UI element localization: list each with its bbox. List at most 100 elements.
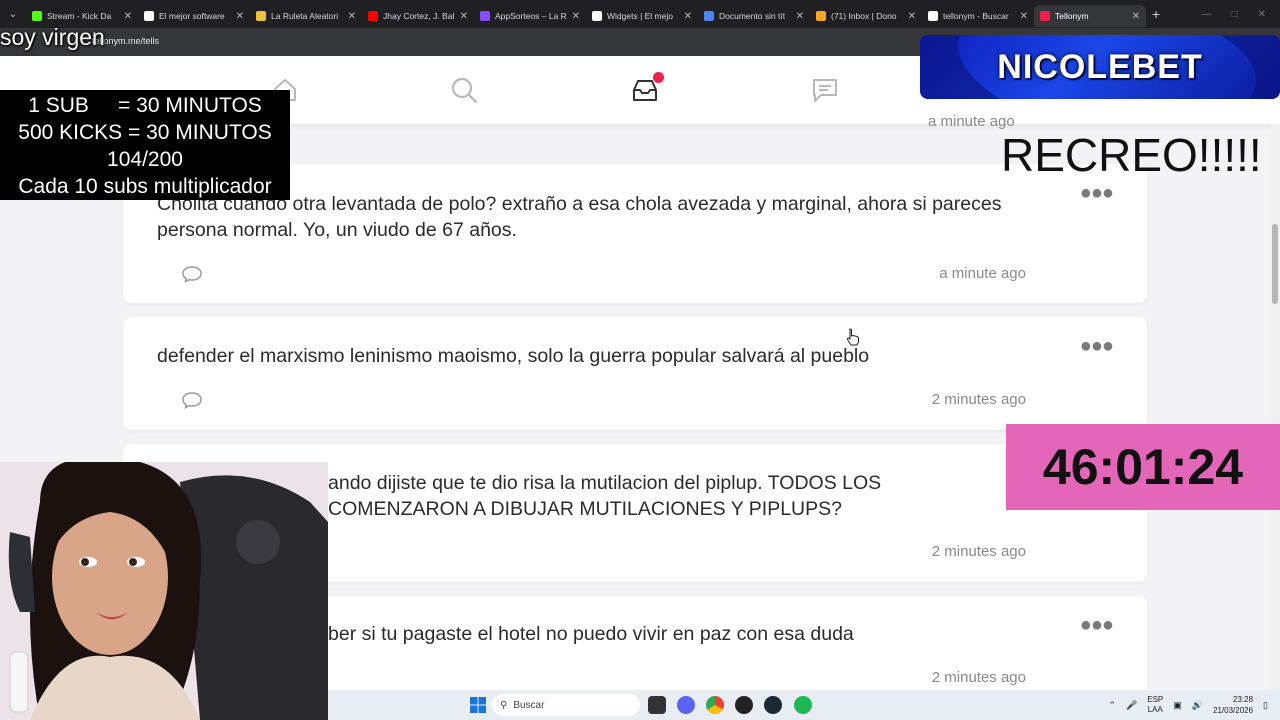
tab-label: tellonym - Buscar xyxy=(943,11,1009,21)
close-tab-icon[interactable]: ✕ xyxy=(684,11,692,22)
chat-icon[interactable] xyxy=(811,76,839,104)
lang-line: ESP xyxy=(1147,695,1164,704)
tab-label: Documento sin tít xyxy=(719,11,786,21)
spotify-icon[interactable] xyxy=(794,696,812,714)
clock-time: 23:28 xyxy=(1233,695,1254,704)
tab-favicon-icon xyxy=(256,11,266,21)
close-tab-icon[interactable]: ✕ xyxy=(460,11,468,22)
more-options-icon[interactable]: ●●● xyxy=(1080,182,1114,205)
page-scrollbar[interactable] xyxy=(1270,124,1280,690)
taskbar-search[interactable]: ⚲ Buscar xyxy=(492,694,640,716)
tab-favicon-icon xyxy=(816,11,826,21)
close-tab-icon[interactable]: ✕ xyxy=(124,11,132,22)
tell-time: 2 minutes ago xyxy=(931,543,1026,560)
clock-date: 21/03/2026 xyxy=(1213,706,1254,715)
tell-time: a minute ago xyxy=(939,265,1026,282)
tab-favicon-icon xyxy=(1040,11,1050,21)
comment-icon[interactable] xyxy=(181,391,203,409)
tab-label: Jhay Cortez, J. Bal xyxy=(383,11,455,21)
close-tab-icon[interactable]: ✕ xyxy=(236,11,244,22)
rule-counter: 104/200 xyxy=(107,148,183,171)
close-tab-icon[interactable]: ✕ xyxy=(1020,11,1028,22)
network-icon[interactable]: ▣ xyxy=(1173,700,1182,711)
tell-text: ber si tu pagaste el hotel no puedo vivi… xyxy=(328,623,854,645)
chrome-icon[interactable] xyxy=(706,696,724,714)
browser-tab[interactable]: Widgets | El mejo ✕ xyxy=(586,5,698,27)
tab-favicon-icon xyxy=(368,11,378,21)
inbox-notification-badge xyxy=(653,72,664,83)
tab-label: El mejor software xyxy=(159,11,225,21)
scrollbar-thumb[interactable] xyxy=(1272,224,1278,304)
steam-icon[interactable] xyxy=(764,696,782,714)
sponsor-name: NICOLEBET xyxy=(997,47,1203,86)
rule-line: 500 KICKS = 30 MINUTOS xyxy=(18,121,272,144)
discord-icon[interactable] xyxy=(677,696,695,714)
window-controls: — □ ✕ xyxy=(1202,9,1280,20)
tell-text: ando dijiste que te dio risa la mutilaci… xyxy=(328,472,882,520)
webcam-image xyxy=(0,462,328,720)
timer-value: 46:01:24 xyxy=(1042,439,1244,495)
windows-start-icon[interactable] xyxy=(470,697,486,713)
hand-cursor-icon xyxy=(846,328,859,346)
tab-label: (71) Inbox | Dono xyxy=(831,11,897,21)
tab-favicon-icon xyxy=(704,11,714,21)
tab-strip: Stream - Kick Da ✕ El mejor software ✕ La Ru… xyxy=(26,1,1146,27)
rule-line: 1 SUB = 30 MINUTOS xyxy=(28,94,262,117)
tab-label: Tellonym xyxy=(1055,11,1089,21)
browser-tab[interactable]: La Ruleta Aleatori ✕ xyxy=(250,5,362,27)
file-explorer-icon[interactable] xyxy=(648,696,666,714)
volume-icon[interactable]: 🔊 xyxy=(1192,700,1203,711)
tab-favicon-icon xyxy=(480,11,490,21)
search-icon[interactable] xyxy=(450,76,478,104)
close-window-icon[interactable]: ✕ xyxy=(1258,9,1266,20)
subathon-timer: 46:01:24 xyxy=(1006,424,1280,510)
taskbar-search-placeholder: Buscar xyxy=(513,699,545,711)
close-tab-icon[interactable]: ✕ xyxy=(1132,11,1140,22)
browser-tab[interactable]: AppSorteos – La R ✕ xyxy=(474,5,586,27)
webcam-feed xyxy=(0,462,328,720)
overlay-caption: soy virgen xyxy=(0,24,105,50)
browser-tab[interactable]: (71) Inbox | Dono ✕ xyxy=(810,5,922,27)
language-indicator[interactable]: ESP LAA xyxy=(1147,695,1163,715)
windows-taskbar: ⚲ Buscar ⌃ 🎤 ESP LAA ▣ 🔊 23:28 21/03/202… xyxy=(328,690,1280,720)
system-tray: ⌃ 🎤 ESP LAA ▣ 🔊 23:28 21/03/2026 ▯ xyxy=(1108,694,1268,716)
tab-favicon-icon xyxy=(928,11,938,21)
tell-text: defender el marxismo leninismo maoismo, … xyxy=(157,345,870,367)
obs-icon[interactable] xyxy=(735,696,753,714)
comment-icon[interactable] xyxy=(181,265,203,283)
tab-favicon-icon xyxy=(32,11,42,21)
browser-tab[interactable]: Documento sin tít ✕ xyxy=(698,5,810,27)
more-options-icon[interactable]: ●●● xyxy=(1080,614,1114,637)
tell-time: 2 minutes ago xyxy=(931,391,1026,408)
rule-line: Cada 10 subs multiplicador xyxy=(18,175,272,198)
subathon-rules-panel: 1 SUB = 30 MINUTOS 500 KICKS = 30 MINUTO… xyxy=(0,90,290,200)
tab-label: Stream - Kick Da xyxy=(47,11,112,21)
taskbar-clock[interactable]: 23:28 21/03/2026 xyxy=(1213,694,1253,716)
microphone-icon[interactable]: 🎤 xyxy=(1126,700,1137,711)
sponsor-banner: NICOLEBET xyxy=(920,35,1280,99)
tab-favicon-icon xyxy=(144,11,154,21)
close-tab-icon[interactable]: ✕ xyxy=(796,11,804,22)
more-options-icon[interactable]: ●●● xyxy=(1080,335,1114,358)
tab-label: Widgets | El mejo xyxy=(607,11,673,21)
browser-tab[interactable]: El mejor software ✕ xyxy=(138,5,250,27)
maximize-icon[interactable]: □ xyxy=(1232,9,1238,20)
tell-card: defender el marxismo leninismo maoismo, … xyxy=(123,317,1147,430)
tab-favicon-icon xyxy=(592,11,602,21)
browser-tab[interactable]: Tellonym ✕ xyxy=(1034,5,1146,27)
close-tab-icon[interactable]: ✕ xyxy=(908,11,916,22)
lang-line: LAA xyxy=(1147,705,1163,714)
browser-tab[interactable]: tellonym - Buscar ✕ xyxy=(922,5,1034,27)
search-icon: ⚲ xyxy=(500,699,508,711)
notification-icon[interactable]: ▯ xyxy=(1263,700,1268,711)
chevron-up-icon[interactable]: ⌃ xyxy=(1108,700,1116,711)
close-tab-icon[interactable]: ✕ xyxy=(348,11,356,22)
close-tab-icon[interactable]: ✕ xyxy=(572,11,580,22)
tell-time: 2 minutes ago xyxy=(931,669,1026,686)
tab-label: AppSorteos – La R xyxy=(495,11,567,21)
new-tab-button[interactable]: + xyxy=(1152,6,1160,22)
minimize-icon[interactable]: — xyxy=(1202,9,1212,20)
browser-tab[interactable]: Jhay Cortez, J. Bal ✕ xyxy=(362,5,474,27)
browser-tab-bar: ⌄ Stream - Kick Da ✕ El mejor software ✕ La … xyxy=(0,0,1280,28)
recreo-label: RECREO!!!!! xyxy=(1001,129,1262,181)
